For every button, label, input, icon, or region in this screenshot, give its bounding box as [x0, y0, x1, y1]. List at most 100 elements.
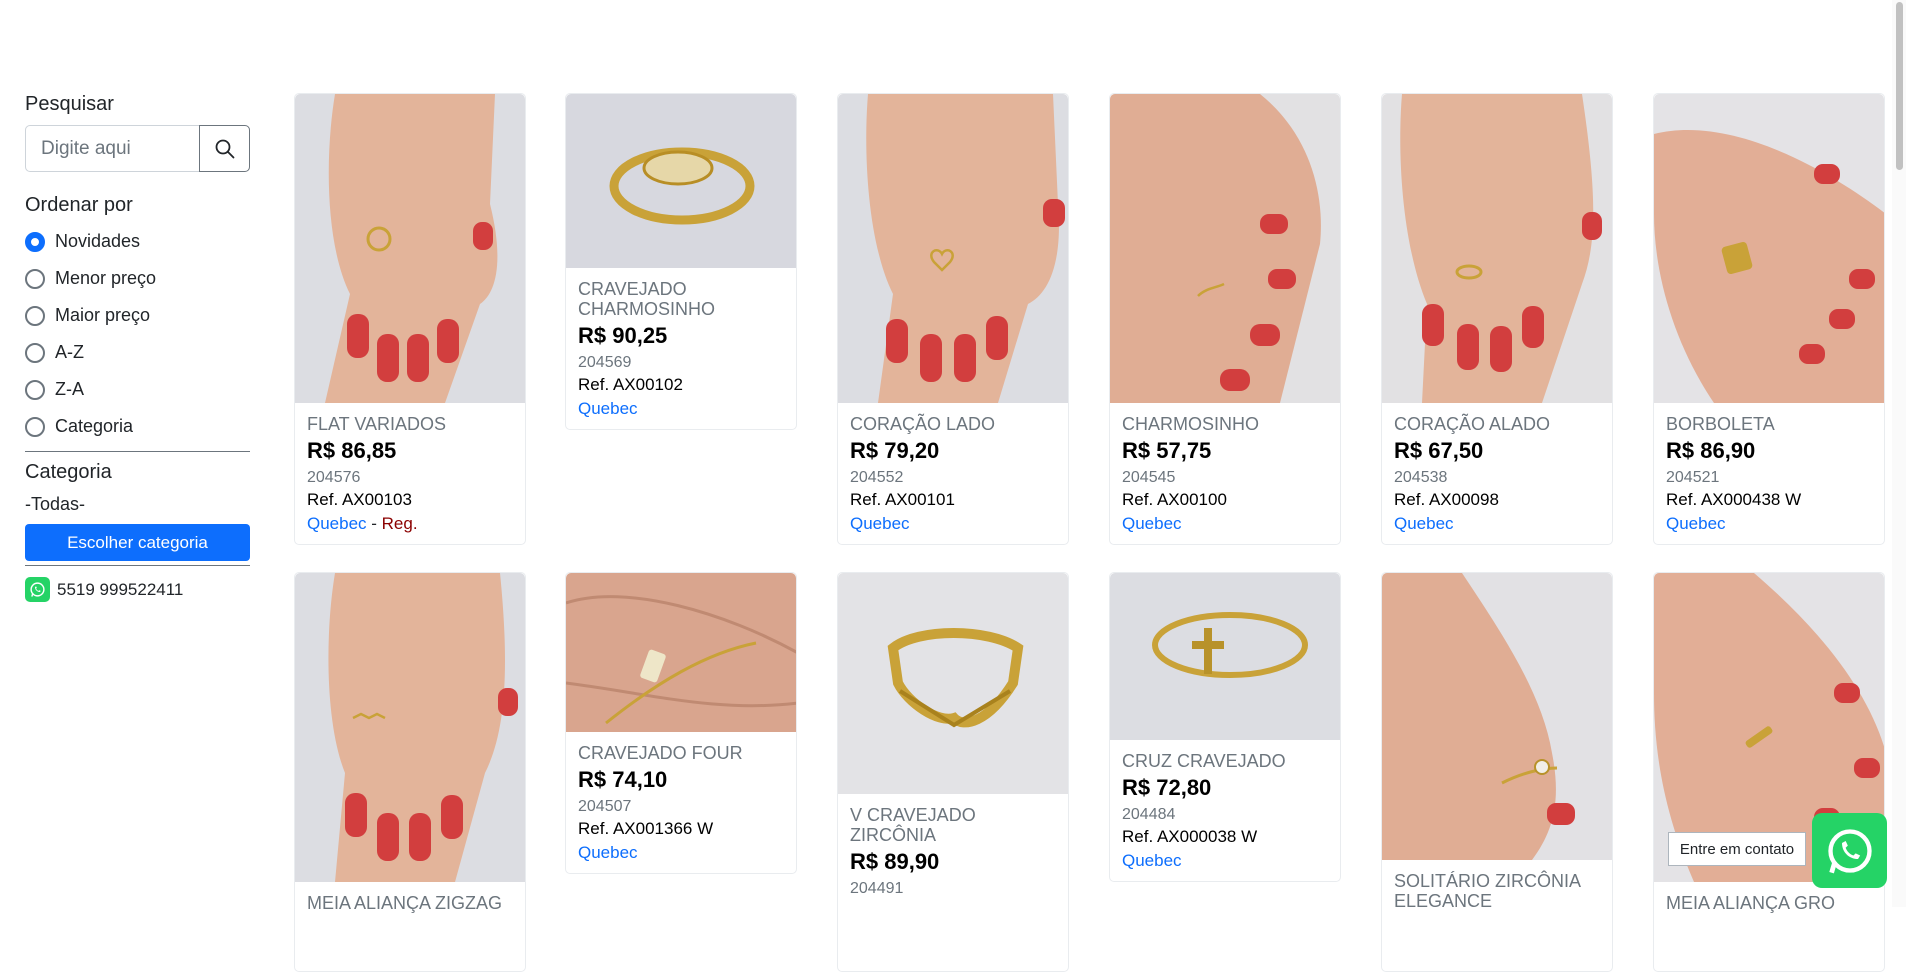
hand-ring-photo	[566, 573, 796, 732]
product-ref: Ref. AX000438 W	[1666, 490, 1802, 509]
product-card[interactable]: CRAVEJADO FOUR R$ 74,10 204507 Ref. AX00…	[565, 572, 797, 874]
product-name: MEIA ALIANÇA GRO	[1666, 893, 1836, 913]
phone-contact[interactable]: 5519 999522411	[25, 577, 250, 602]
search-button[interactable]	[199, 125, 250, 172]
product-card[interactable]: SOLITÁRIO ZIRCÔNIA ELEGANCE	[1381, 572, 1613, 972]
product-card[interactable]: CRUZ CRAVEJADO R$ 72,80 204484 Ref. AX00…	[1109, 572, 1341, 882]
hand-ring-photo	[1382, 94, 1612, 403]
product-image[interactable]	[1382, 573, 1612, 860]
product-location-row: Quebec	[1122, 512, 1328, 536]
hand-ring-photo	[1382, 573, 1612, 860]
product-name: CRUZ CRAVEJADO	[1122, 751, 1286, 771]
radio-icon[interactable]	[25, 305, 45, 326]
product-location-link[interactable]: Quebec	[1394, 514, 1454, 533]
ring-photo	[838, 573, 1068, 794]
product-info: SOLITÁRIO ZIRCÔNIA ELEGANCE	[1382, 860, 1612, 919]
product-price: R$ 67,50	[1394, 438, 1484, 463]
radio-checked-icon[interactable]	[25, 231, 45, 252]
product-card[interactable]: CORAÇÃO LADO R$ 79,20 204552 Ref. AX0010…	[837, 93, 1069, 545]
search-input[interactable]	[25, 125, 199, 172]
product-image[interactable]	[1110, 94, 1340, 403]
product-image[interactable]	[838, 573, 1068, 794]
hand-ring-photo	[295, 573, 525, 882]
product-name: CHARMOSINHO	[1122, 414, 1260, 434]
phone-number: 5519 999522411	[57, 579, 184, 599]
sort-option-categoria[interactable]: Categoria	[25, 408, 250, 445]
search-group	[25, 125, 250, 172]
radio-icon[interactable]	[25, 416, 45, 437]
product-ref: Ref. AX00100	[1122, 490, 1227, 509]
hand-ring-photo	[1654, 94, 1884, 403]
sort-option-label: Menor preço	[55, 268, 157, 288]
product-location-row: Quebec	[850, 512, 1056, 536]
radio-icon[interactable]	[25, 342, 45, 363]
contact-tooltip: Entre em contato	[1668, 832, 1806, 866]
product-ref: Ref. AX00102	[578, 375, 683, 394]
product-location-link[interactable]: Quebec	[1122, 851, 1182, 870]
category-value: -Todas-	[25, 494, 86, 514]
sort-option-maior-preco[interactable]: Maior preço	[25, 297, 250, 334]
whatsapp-float-button[interactable]	[1812, 813, 1887, 888]
product-location-row: Quebec	[1666, 512, 1872, 536]
product-location-link[interactable]: Quebec	[578, 843, 638, 862]
product-price: R$ 90,25	[578, 323, 668, 348]
product-info: BORBOLETA R$ 86,90 204521 Ref. AX000438 …	[1654, 403, 1884, 544]
whatsapp-icon	[25, 577, 50, 602]
product-location-link[interactable]: Quebec	[850, 514, 910, 533]
ring-photo	[1110, 573, 1340, 740]
product-image[interactable]	[295, 573, 525, 882]
product-info: CORAÇÃO LADO R$ 79,20 204552 Ref. AX0010…	[838, 403, 1068, 544]
radio-icon[interactable]	[25, 268, 45, 289]
product-name: MEIA ALIANÇA ZIGZAG	[307, 893, 503, 913]
product-ref: Ref. AX00103	[307, 490, 412, 509]
product-image[interactable]	[566, 94, 796, 268]
product-image[interactable]	[838, 94, 1068, 403]
product-name: BORBOLETA	[1666, 414, 1775, 434]
product-card[interactable]: BORBOLETA R$ 86,90 204521 Ref. AX000438 …	[1653, 93, 1885, 545]
product-card[interactable]: FLAT VARIADOS R$ 86,85 204576 Ref. AX001…	[294, 93, 526, 545]
radio-icon[interactable]	[25, 379, 45, 400]
product-image[interactable]	[1110, 573, 1340, 740]
sort-option-label: Novidades	[55, 231, 141, 251]
product-price: R$ 89,90	[850, 849, 940, 874]
product-location-link[interactable]: Quebec	[1122, 514, 1182, 533]
product-info: CRAVEJADO CHARMOSINHO R$ 90,25 204569 Re…	[566, 268, 796, 429]
product-card[interactable]: MEIA ALIANÇA GRO	[1653, 572, 1885, 972]
category-label: Categoria	[25, 461, 112, 483]
product-location-row: Quebec	[1394, 512, 1600, 536]
product-image[interactable]	[295, 94, 525, 403]
sort-option-label: Categoria	[55, 416, 134, 436]
scrollbar-thumb[interactable]	[1896, 2, 1903, 170]
product-name: FLAT VARIADOS	[307, 414, 447, 434]
product-image[interactable]	[1382, 94, 1612, 403]
sort-option-a-z[interactable]: A-Z	[25, 334, 250, 371]
product-info: CHARMOSINHO R$ 57,75 204545 Ref. AX00100…	[1110, 403, 1340, 544]
product-card[interactable]: CHARMOSINHO R$ 57,75 204545 Ref. AX00100…	[1109, 93, 1341, 545]
product-image[interactable]	[1654, 94, 1884, 403]
product-card[interactable]: MEIA ALIANÇA ZIGZAG	[294, 572, 526, 972]
scrollbar[interactable]	[1892, 0, 1906, 907]
search-label: Pesquisar	[25, 93, 114, 115]
product-price: R$ 57,75	[1122, 438, 1212, 463]
sort-option-menor-preco[interactable]: Menor preço	[25, 260, 250, 297]
divider	[25, 451, 250, 452]
choose-category-button[interactable]: Escolher categoria	[25, 524, 250, 561]
sort-options: Novidades Menor preço Maior preço A-Z Z-…	[25, 223, 250, 445]
sort-option-z-a[interactable]: Z-A	[25, 371, 250, 408]
product-price: R$ 79,20	[850, 438, 940, 463]
product-location-link[interactable]: Quebec	[578, 399, 638, 418]
product-image[interactable]	[566, 573, 796, 732]
sidebar: Pesquisar Ordenar por Novidades Menor pr…	[25, 93, 250, 602]
product-code: 204569	[578, 354, 632, 371]
sort-option-label: Maior preço	[55, 305, 151, 325]
product-card[interactable]: CORAÇÃO ALADO R$ 67,50 204538 Ref. AX000…	[1381, 93, 1613, 545]
sort-option-novidades[interactable]: Novidades	[25, 223, 250, 260]
product-region: Reg.	[381, 514, 418, 533]
product-card[interactable]: CRAVEJADO CHARMOSINHO R$ 90,25 204569 Re…	[565, 93, 797, 430]
product-name: CRAVEJADO CHARMOSINHO	[578, 279, 716, 319]
divider	[25, 565, 250, 566]
product-location-link[interactable]: Quebec	[307, 514, 367, 533]
product-price: R$ 86,85	[307, 438, 397, 463]
product-card[interactable]: V CRAVEJADO ZIRCÔNIA R$ 89,90 204491	[837, 572, 1069, 972]
product-location-link[interactable]: Quebec	[1666, 514, 1726, 533]
